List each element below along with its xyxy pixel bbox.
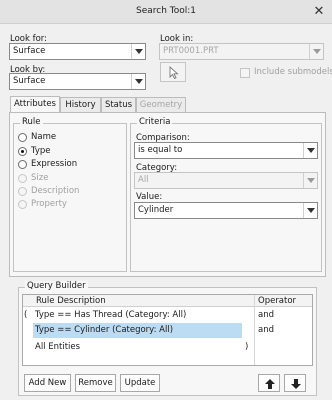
table-row[interactable]: ( Type == Has Thread (Category: All) and <box>23 309 312 323</box>
rule-type-label: Type <box>31 146 51 156</box>
operator: and <box>258 310 274 320</box>
tab-status[interactable]: Status <box>101 97 136 113</box>
comparison-select[interactable]: is equal to <box>134 142 318 159</box>
rule-property-radio[interactable] <box>18 200 27 209</box>
column-header-operator: Operator <box>258 296 297 306</box>
pointer-icon <box>169 66 179 79</box>
rule-type-radio[interactable] <box>18 147 27 156</box>
query-builder-title: Query Builder <box>25 281 88 291</box>
tab-attributes[interactable]: Attributes <box>10 96 60 113</box>
arrow-up-icon <box>265 379 275 389</box>
rule-name-radio[interactable] <box>18 133 27 142</box>
rule-property-label: Property <box>31 199 67 209</box>
close-icon[interactable]: ✕ <box>312 5 326 19</box>
update-button[interactable]: Update <box>120 374 160 392</box>
rule-expression-radio[interactable] <box>18 160 27 169</box>
chevron-down-icon <box>309 44 323 59</box>
rule-description: All Entities <box>35 342 81 352</box>
look-by-value: Surface <box>13 76 46 86</box>
chevron-down-icon <box>303 143 317 158</box>
chevron-down-icon <box>131 44 145 59</box>
category-select[interactable]: All <box>134 172 318 189</box>
table-row[interactable]: Type == Cylinder (Category: All) and <box>23 324 312 338</box>
table-row[interactable]: All Entities ) <box>23 341 312 355</box>
select-pointer-button[interactable] <box>160 62 186 82</box>
include-submodels-label: Include submodels <box>254 67 332 77</box>
look-in-select[interactable]: PRT0001.PRT <box>159 43 324 60</box>
rule-group-title: Rule <box>20 117 43 127</box>
window-title: Search Tool:1 <box>135 6 197 16</box>
look-for-select[interactable]: Surface <box>9 43 146 60</box>
tab-history[interactable]: History <box>60 97 101 113</box>
comparison-value: is equal to <box>138 145 183 155</box>
look-by-select[interactable]: Surface <box>9 73 146 90</box>
rule-description: Type == Cylinder (Category: All) <box>35 325 174 335</box>
add-new-button[interactable]: Add New <box>24 374 71 392</box>
rule-description-radio[interactable] <box>18 187 27 196</box>
look-for-value: Surface <box>13 46 46 56</box>
chevron-down-icon <box>303 173 317 188</box>
criteria-group-title: Criteria <box>137 117 173 127</box>
close-paren: ) <box>245 342 249 352</box>
category-value: All <box>138 175 149 185</box>
value-select[interactable]: Cylinder <box>134 202 318 219</box>
chevron-down-icon <box>303 203 317 218</box>
value-value: Cylinder <box>138 205 174 215</box>
column-header-description: Rule Description <box>36 296 106 306</box>
include-submodels-checkbox[interactable] <box>240 68 250 78</box>
tab-geometry[interactable]: Geometry <box>136 97 186 113</box>
rule-description: Type == Has Thread (Category: All) <box>35 310 187 320</box>
arrow-down-icon <box>291 379 301 389</box>
open-paren: ( <box>24 310 28 320</box>
remove-button[interactable]: Remove <box>75 374 116 392</box>
operator: and <box>258 325 274 335</box>
rule-name-label: Name <box>31 132 57 142</box>
rule-size-radio[interactable] <box>18 174 27 183</box>
value-label: Value: <box>136 192 163 202</box>
look-in-value: PRT0001.PRT <box>163 46 219 56</box>
rule-expression-label: Expression <box>31 159 78 169</box>
chevron-down-icon <box>131 74 145 89</box>
rule-size-label: Size <box>31 173 49 183</box>
move-down-button[interactable] <box>284 374 306 392</box>
rule-description-label: Description <box>31 186 80 196</box>
move-up-button[interactable] <box>258 374 280 392</box>
